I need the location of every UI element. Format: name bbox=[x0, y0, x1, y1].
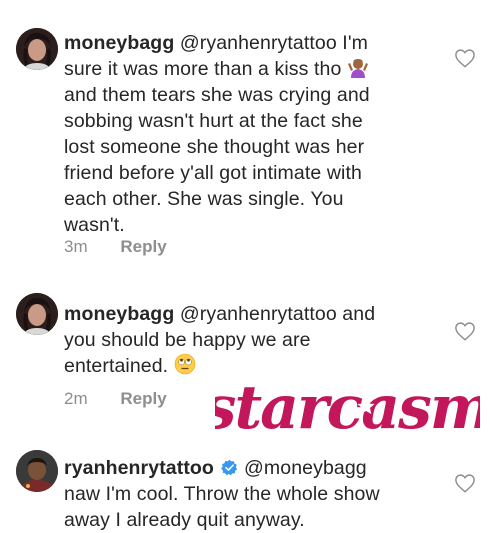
svg-text:starcasm: starcasm bbox=[215, 373, 480, 440]
reply-button[interactable]: Reply bbox=[120, 237, 166, 256]
comment-mention[interactable]: @moneybagg bbox=[244, 457, 367, 479]
comment-text: moneybagg @ryanhenrytattoo I'm sure it w… bbox=[64, 30, 442, 238]
comment-timestamp: 3m bbox=[64, 237, 88, 256]
heart-icon[interactable] bbox=[454, 48, 476, 68]
comment-meta: 2m Reply bbox=[64, 389, 167, 409]
comment-line: entertained. bbox=[64, 355, 169, 377]
comment-meta: 3m Reply bbox=[64, 237, 167, 257]
comment-text: moneybagg @ryanhenrytattoo and you shoul… bbox=[64, 301, 442, 379]
heart-icon[interactable] bbox=[454, 473, 476, 493]
avatar[interactable] bbox=[16, 450, 58, 492]
comment-username[interactable]: moneybagg bbox=[64, 303, 174, 325]
comment-line: and bbox=[336, 303, 376, 325]
comment-line: sure it was more than a kiss tho bbox=[64, 58, 342, 80]
heart-icon[interactable] bbox=[454, 321, 476, 341]
comment-line: friend before y'all got intimate with bbox=[64, 162, 362, 184]
comment-line: wasn't. bbox=[64, 214, 125, 236]
verified-badge-icon bbox=[221, 457, 238, 476]
starcasm-watermark-logo: starcasm bbox=[199, 371, 490, 446]
comment-username[interactable]: moneybagg bbox=[64, 32, 174, 54]
reply-button[interactable]: Reply bbox=[120, 389, 166, 408]
comment-text: ryanhenrytattoo @moneybagg naw I'm cool.… bbox=[64, 455, 442, 533]
avatar[interactable] bbox=[16, 28, 58, 70]
comment-line: sobbing wasn't hurt at the fact she bbox=[64, 110, 363, 132]
face-with-rolling-eyes-emoji bbox=[174, 353, 196, 375]
comment-timestamp: 2m bbox=[64, 389, 88, 408]
person-shrugging-emoji bbox=[347, 56, 369, 78]
comment-mention[interactable]: @ryanhenrytattoo bbox=[180, 32, 337, 54]
comment-line: I'm bbox=[336, 32, 368, 54]
comment-line: naw I'm cool. Throw the whole show bbox=[64, 483, 380, 505]
comment-username[interactable]: ryanhenrytattoo bbox=[64, 457, 214, 479]
avatar[interactable] bbox=[16, 293, 58, 335]
comment-line: lost someone she thought was her bbox=[64, 136, 365, 158]
comment-mention[interactable]: @ryanhenrytattoo bbox=[180, 303, 337, 325]
comment-line: you should be happy we are bbox=[64, 329, 311, 351]
comment-line: each other. She was single. You bbox=[64, 188, 344, 210]
comment-line: and them tears she was crying and bbox=[64, 84, 370, 106]
